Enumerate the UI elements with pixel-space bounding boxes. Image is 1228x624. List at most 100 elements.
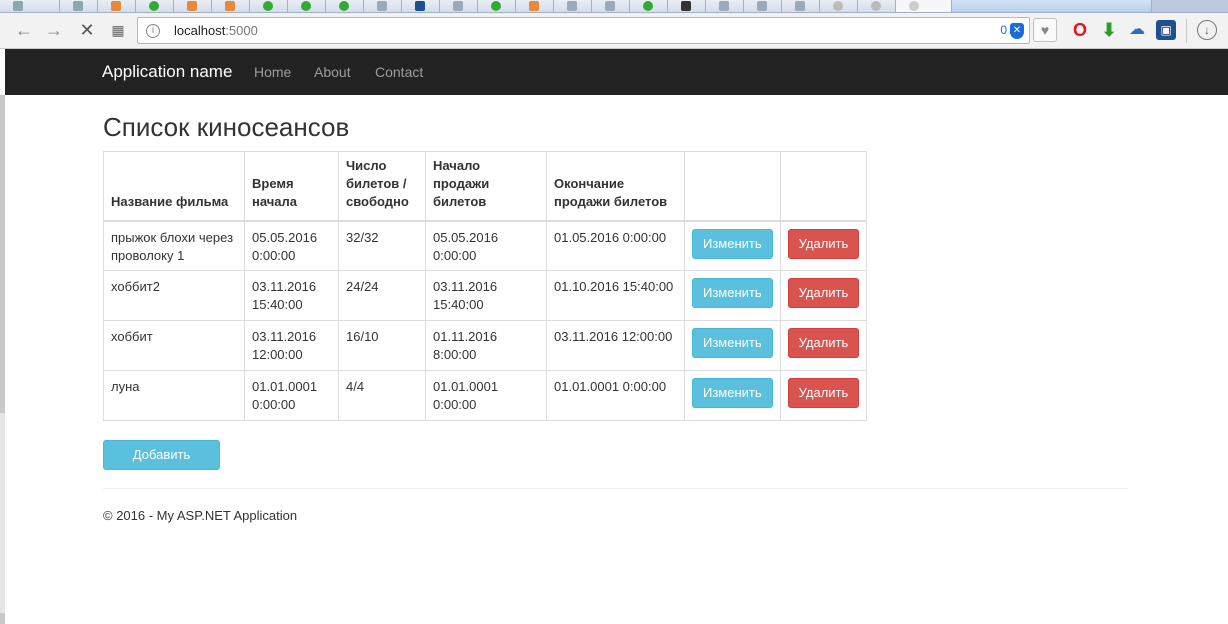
tab-favicon-icon <box>491 1 501 11</box>
cell-film: хоббит <box>103 320 245 371</box>
tab-favicon-icon <box>301 1 311 11</box>
delete-button[interactable]: Удалить <box>787 328 860 358</box>
address-field[interactable]: i localhost:5000 0 ✕ <box>137 17 1030 44</box>
url-host: localhost <box>174 23 226 38</box>
cell-start-time: 03.11.2016 12:00:00 <box>244 320 339 371</box>
tab-favicon-icon <box>567 1 577 11</box>
browser-tab[interactable] <box>402 0 440 12</box>
cell-edit: Изменить <box>684 370 781 421</box>
browser-tab[interactable] <box>60 0 98 12</box>
browser-tab[interactable] <box>440 0 478 12</box>
browser-tab[interactable] <box>364 0 402 12</box>
cell-delete: Удалить <box>779 220 868 271</box>
cell-delete: Удалить <box>779 370 868 421</box>
cell-film: хоббит2 <box>103 270 245 321</box>
table-row: хоббит2 03.11.2016 15:40:00 24/24 03.11.… <box>103 270 868 321</box>
document-extension-icon[interactable]: ▣ <box>1156 20 1176 40</box>
cell-film: луна <box>103 370 245 421</box>
page-title: Список киносеансов <box>103 112 350 142</box>
url-text: localhost:5000 <box>174 23 258 38</box>
delete-button[interactable]: Удалить <box>787 228 860 259</box>
edit-button[interactable]: Изменить <box>692 328 773 358</box>
browser-tab[interactable] <box>174 0 212 12</box>
cell-sale-end: 03.11.2016 12:00:00 <box>546 320 685 371</box>
nav-link-about[interactable]: About <box>314 64 351 80</box>
opera-icon[interactable]: O <box>1070 20 1090 40</box>
browser-tab[interactable] <box>516 0 554 12</box>
cell-tickets: 4/4 <box>338 370 426 421</box>
tab-favicon-icon <box>149 1 159 11</box>
cell-sale-start: 03.11.2016 15:40:00 <box>425 270 547 321</box>
browser-tab[interactable] <box>820 0 858 12</box>
column-header-sale-end: Окончание продажи билетов <box>546 151 685 222</box>
browser-tab-active[interactable] <box>896 0 952 12</box>
delete-button[interactable]: Удалить <box>787 278 860 308</box>
nav-link-home[interactable]: Home <box>254 64 291 80</box>
tab-favicon-icon <box>643 1 653 11</box>
cell-start-time: 03.11.2016 15:40:00 <box>244 270 339 321</box>
site-info-icon[interactable]: i <box>146 24 160 38</box>
tab-favicon-icon <box>757 1 767 11</box>
cell-sale-end: 01.10.2016 15:40:00 <box>546 270 685 321</box>
cell-sale-end: 01.05.2016 0:00:00 <box>546 220 685 271</box>
cell-sale-start: 05.05.2016 0:00:00 <box>425 220 547 271</box>
bird-extension-icon[interactable]: ☁ <box>1127 20 1147 40</box>
tab-favicon-icon <box>681 1 691 11</box>
tab-favicon-icon <box>187 1 197 11</box>
cell-edit: Изменить <box>684 320 781 371</box>
column-header-edit <box>684 151 781 222</box>
stop-loading-icon[interactable]: ✕ <box>76 19 98 41</box>
browser-tab[interactable] <box>858 0 896 12</box>
add-session-button[interactable]: Добавить сеанс <box>103 440 220 490</box>
browser-tab[interactable] <box>706 0 744 12</box>
browser-tab[interactable] <box>288 0 326 12</box>
browser-tab[interactable] <box>744 0 782 12</box>
browser-tab[interactable] <box>592 0 630 12</box>
window-left-edge <box>0 95 5 624</box>
edit-button[interactable]: Изменить <box>692 378 773 408</box>
column-header-tickets: Число билетов / свободно <box>338 151 426 222</box>
edit-button[interactable]: Изменить <box>692 278 773 308</box>
adblock-shield-icon[interactable]: ✕ <box>1010 23 1024 39</box>
browser-tab[interactable] <box>212 0 250 12</box>
browser-tab[interactable] <box>630 0 668 12</box>
browser-tab[interactable] <box>0 0 60 12</box>
url-port: :5000 <box>225 23 258 38</box>
download-arrow-icon[interactable]: ⬇ <box>1099 20 1119 40</box>
browser-tab[interactable] <box>250 0 288 12</box>
tab-favicon-icon <box>111 1 121 11</box>
browser-tab[interactable] <box>136 0 174 12</box>
navbar-brand[interactable]: Application name <box>102 62 232 82</box>
cell-delete: Удалить <box>779 320 868 371</box>
tab-favicon-icon <box>605 1 615 11</box>
edit-button[interactable]: Изменить <box>692 228 773 259</box>
nav-link-contact[interactable]: Contact <box>375 64 423 80</box>
browser-tab[interactable] <box>326 0 364 12</box>
table-header-row: Название фильма Время начала Число билет… <box>103 151 868 222</box>
browser-tab[interactable] <box>668 0 706 12</box>
back-arrow-icon[interactable]: ← <box>13 19 35 41</box>
browser-tab[interactable] <box>554 0 592 12</box>
table-row: прыжок блохи через проволоку 1 05.05.201… <box>103 220 868 271</box>
speed-dial-grid-icon[interactable]: ▦ <box>107 19 129 41</box>
cell-edit: Изменить <box>684 220 781 271</box>
browser-tab[interactable] <box>782 0 820 12</box>
tab-favicon-icon <box>73 1 83 11</box>
cell-delete: Удалить <box>779 270 868 321</box>
loading-icon <box>909 1 919 11</box>
tab-favicon-icon <box>529 1 539 11</box>
toolbar-divider <box>1186 19 1187 43</box>
site-navbar: Application name Home About Contact <box>5 49 1228 95</box>
browser-tab-strip-spacer <box>952 0 1152 12</box>
browser-tab[interactable] <box>98 0 136 12</box>
forward-arrow-icon[interactable]: → <box>43 19 65 41</box>
sessions-table: Название фильма Время начала Число билет… <box>103 151 868 421</box>
cell-start-time: 05.05.2016 0:00:00 <box>244 220 339 271</box>
tab-favicon-icon <box>339 1 349 11</box>
column-header-delete <box>779 151 868 222</box>
browser-tab[interactable] <box>478 0 516 12</box>
downloads-icon[interactable]: ↓ <box>1197 20 1217 40</box>
cell-sale-start: 01.11.2016 8:00:00 <box>425 320 547 371</box>
delete-button[interactable]: Удалить <box>787 378 860 408</box>
heart-bookmark-icon[interactable]: ♥ <box>1033 18 1057 42</box>
